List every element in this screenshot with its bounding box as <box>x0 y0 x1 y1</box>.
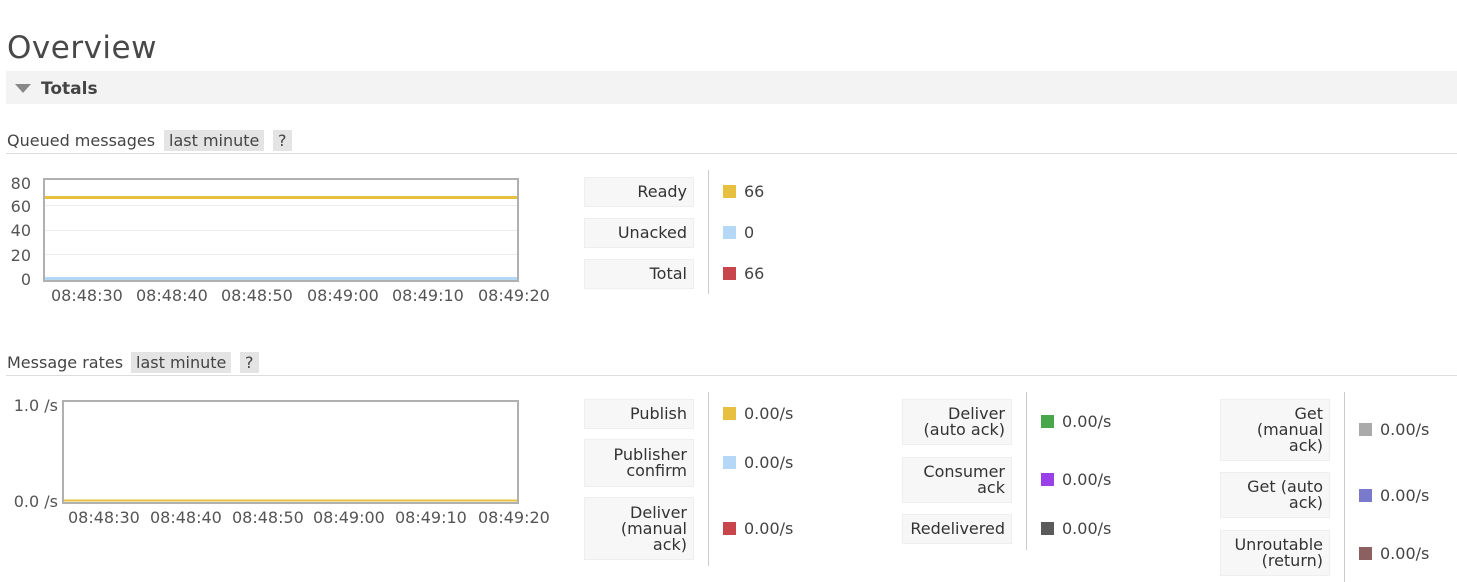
deliver-manual-ack-value: 0.00/s <box>744 519 794 538</box>
y-tick-label: 40 <box>10 221 31 240</box>
unacked-value: 0 <box>744 223 755 242</box>
legend-ready: Ready <box>584 177 694 207</box>
consumer-ack-color-swatch <box>1041 473 1054 486</box>
queued-series-layer <box>45 196 517 280</box>
divider <box>6 375 1457 376</box>
totals-label[interactable]: Totals <box>41 79 98 99</box>
legend-total: Total <box>584 259 694 289</box>
x-tick-label: 08:48:40 <box>136 286 208 305</box>
x-tick-label: 08:49:10 <box>392 286 464 305</box>
divider <box>6 153 1457 154</box>
y-tick-label: 1.0 /s <box>13 396 58 415</box>
deliver-auto-ack-color-swatch <box>1041 415 1054 428</box>
total-color-swatch <box>723 267 736 280</box>
redelivered-color-swatch <box>1041 522 1054 535</box>
deliver-auto-ack-value: 0.00/s <box>1062 412 1112 431</box>
get-auto-ack-color-swatch <box>1359 489 1372 502</box>
legend-separator <box>1344 392 1345 582</box>
legend-unroutable-return: Unroutable (return) <box>1220 530 1330 576</box>
totals-section-header[interactable] <box>6 71 1457 104</box>
page-title: Overview <box>7 30 157 66</box>
redelivered-value: 0.00/s <box>1062 519 1112 538</box>
deliver-manual-ack-color-swatch <box>723 522 736 535</box>
legend-get-manual-ack: Get (manual ack) <box>1220 399 1330 461</box>
queued-help-button[interactable]: ? <box>273 130 292 151</box>
publisher-confirm-color-swatch <box>723 456 736 469</box>
queued-range-selector[interactable]: last minute <box>164 130 265 151</box>
get-auto-ack-value: 0.00/s <box>1380 486 1430 505</box>
y-tick-label: 0 <box>20 270 31 289</box>
x-tick-label: 08:48:50 <box>232 508 304 527</box>
legend-deliver-manual-ack: Deliver (manual ack) <box>584 497 694 560</box>
unacked-color-swatch <box>723 226 736 239</box>
x-tick-label: 08:48:30 <box>51 286 123 305</box>
legend-deliver-auto-ack: Deliver (auto ack) <box>902 399 1012 445</box>
x-tick-label: 08:49:00 <box>313 508 385 527</box>
get-manual-ack-color-swatch <box>1359 423 1372 436</box>
legend-consumer-ack: Consumer ack <box>902 457 1012 503</box>
y-tick-label: 80 <box>10 174 31 193</box>
legend-redelivered: Redelivered <box>902 514 1012 544</box>
legend-separator <box>708 170 709 294</box>
legend-separator <box>708 392 709 566</box>
legend-publish: Publish <box>584 399 694 429</box>
publish-color-swatch <box>723 407 736 420</box>
x-tick-label: 08:49:20 <box>478 286 550 305</box>
consumer-ack-value: 0.00/s <box>1062 470 1112 489</box>
unroutable-return-value: 0.00/s <box>1380 544 1430 563</box>
rates-help-button[interactable]: ? <box>240 352 259 373</box>
x-tick-label: 08:48:50 <box>221 286 293 305</box>
x-tick-label: 08:49:20 <box>478 508 550 527</box>
ready-value: 66 <box>744 182 765 201</box>
y-tick-label: 60 <box>10 197 31 216</box>
publish-value: 0.00/s <box>744 404 794 423</box>
y-tick-label: 0.0 /s <box>13 492 58 511</box>
legend-separator <box>1026 392 1027 550</box>
x-tick-label: 08:49:10 <box>395 508 467 527</box>
unroutable-return-color-swatch <box>1359 547 1372 560</box>
legend-unacked: Unacked <box>584 218 694 248</box>
legend-get-auto-ack: Get (auto ack) <box>1220 472 1330 518</box>
total-value: 66 <box>744 264 765 283</box>
legend-publisher-confirm: Publisher confirm <box>584 439 694 487</box>
rates-series-layer <box>64 499 517 502</box>
publisher-confirm-value: 0.00/s <box>744 453 794 472</box>
y-tick-label: 20 <box>10 246 31 265</box>
rates-range-selector[interactable]: last minute <box>131 352 232 373</box>
get-manual-ack-value: 0.00/s <box>1380 420 1430 439</box>
x-tick-label: 08:48:40 <box>150 508 222 527</box>
x-tick-label: 08:49:00 <box>307 286 379 305</box>
ready-color-swatch <box>723 185 736 198</box>
message-rates-heading: Message rates <box>7 353 124 372</box>
collapse-triangle-icon[interactable] <box>15 84 31 93</box>
queued-messages-heading: Queued messages <box>7 131 156 150</box>
x-tick-label: 08:48:30 <box>68 508 140 527</box>
